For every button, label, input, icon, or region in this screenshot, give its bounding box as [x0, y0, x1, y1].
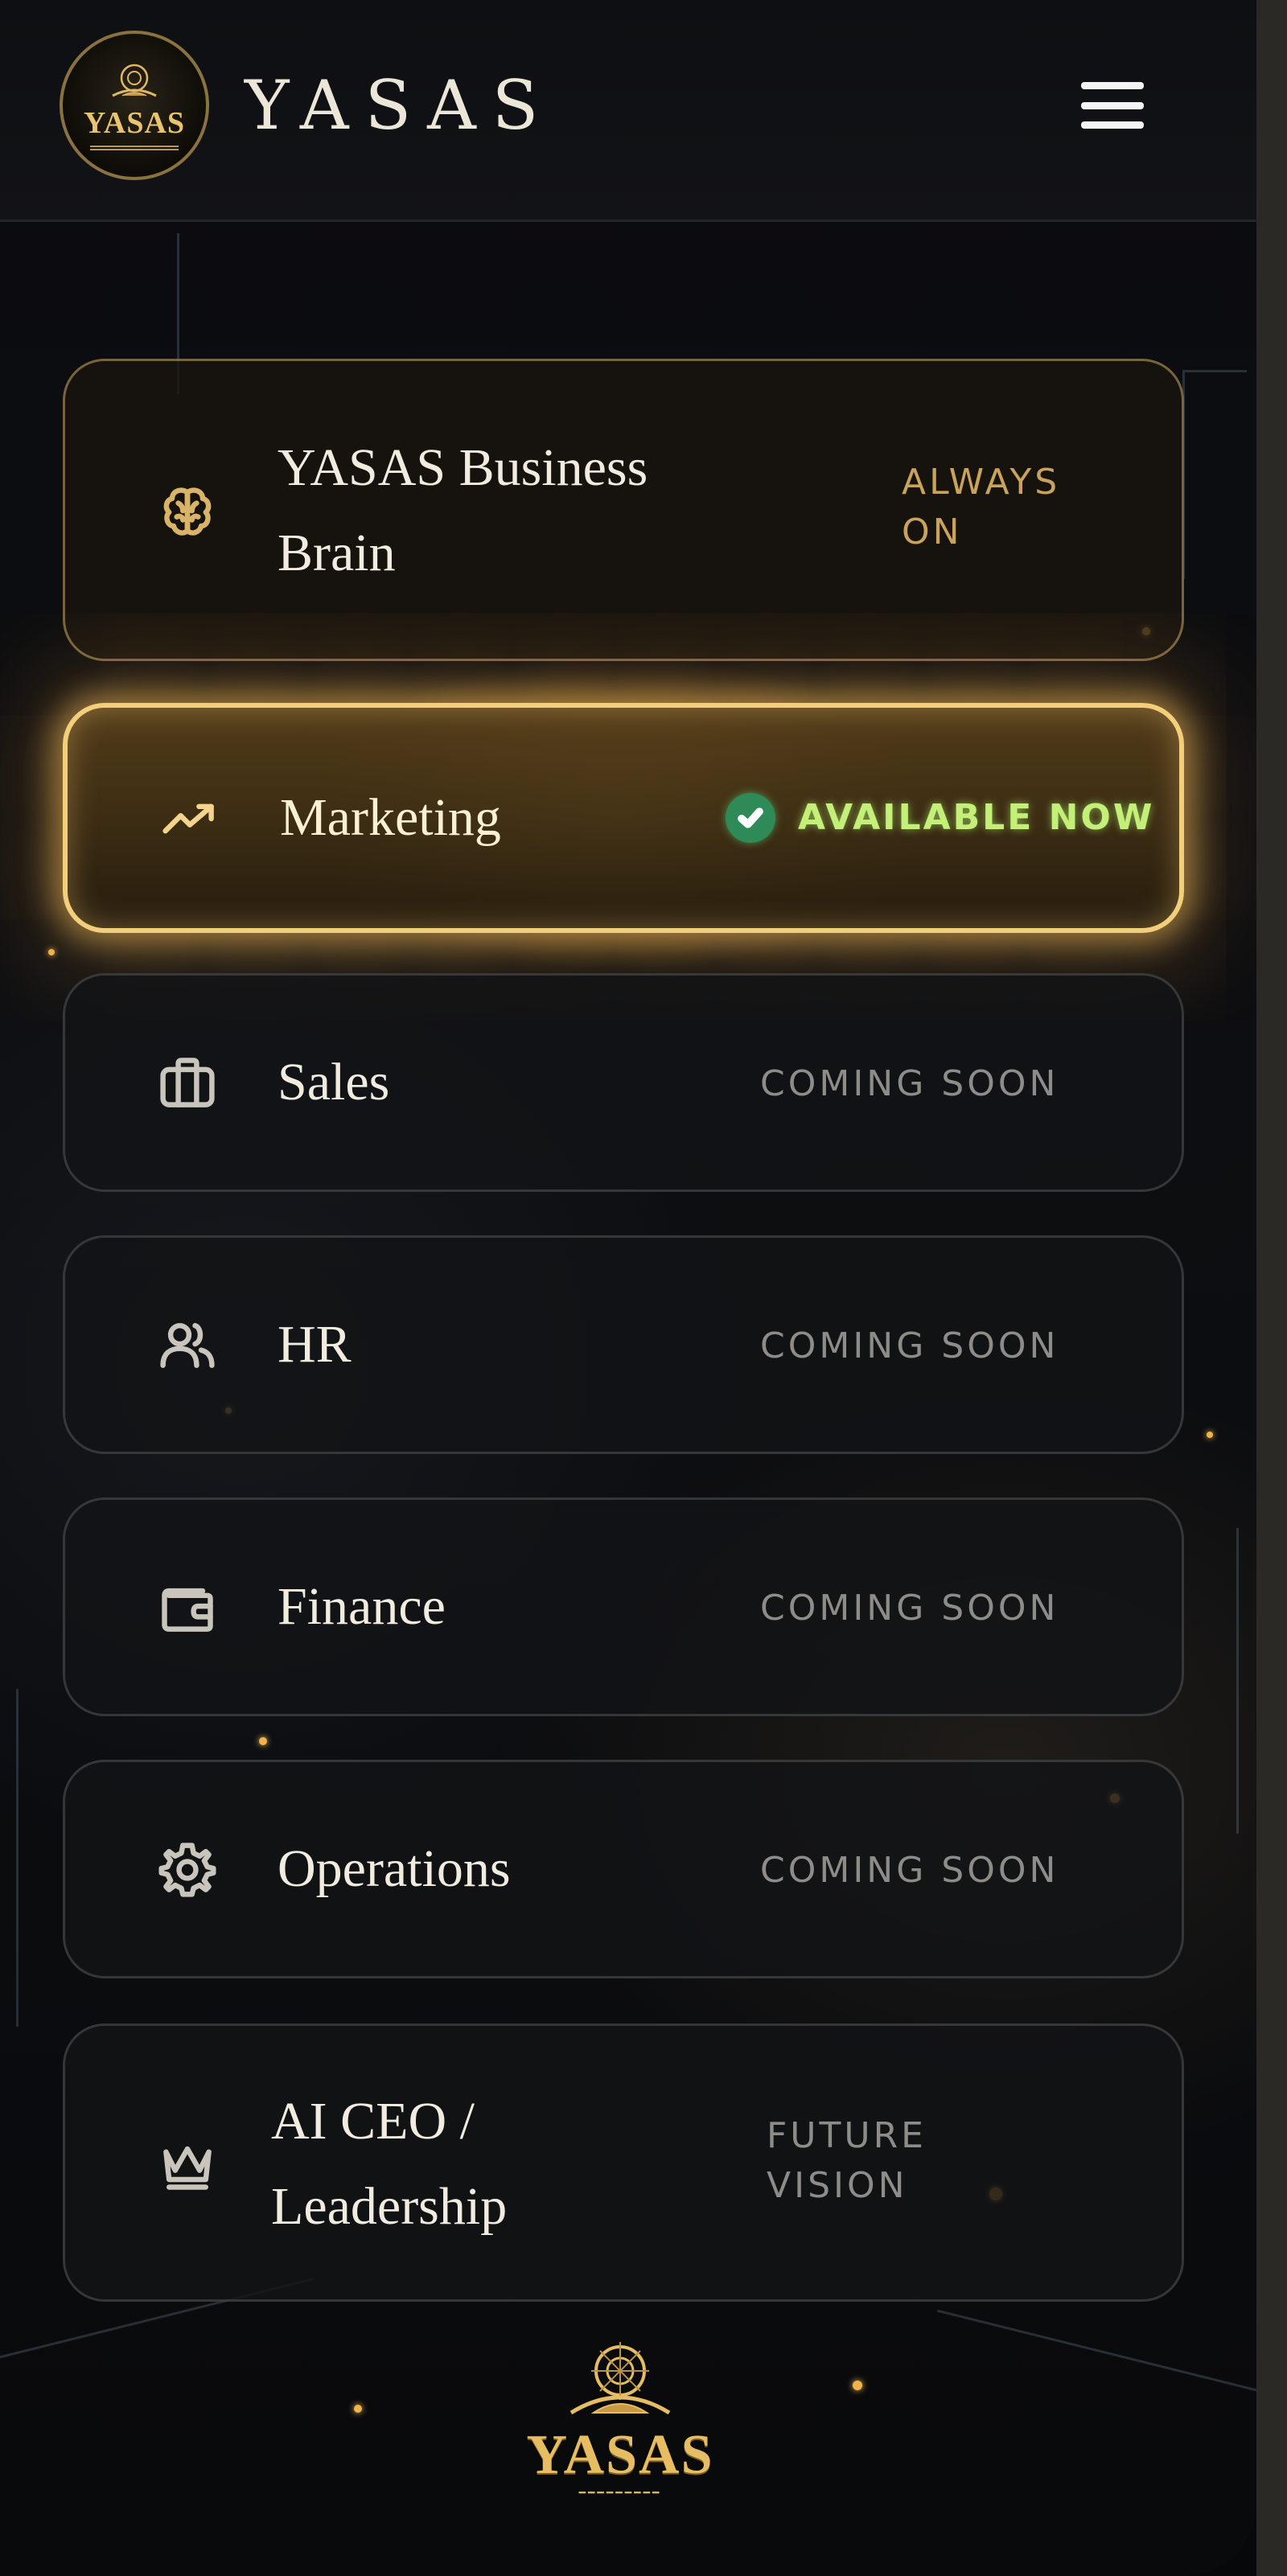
module-label-line: YASAS Business — [278, 438, 648, 497]
module-card-marketing[interactable]: Marketing AVAILABLE NOW — [63, 703, 1184, 933]
trending-up-icon — [158, 787, 222, 851]
footer-tagline-rule: ━━━━━━━━━ — [578, 2487, 662, 2500]
status-line: FUTURE — [767, 2115, 927, 2156]
lotus-emblem-icon — [112, 64, 157, 97]
module-status: COMING SOON — [760, 1325, 1059, 1366]
brain-icon — [155, 480, 220, 544]
menu-bar — [1081, 82, 1144, 89]
check-circle-icon — [726, 793, 775, 843]
module-label: HR — [278, 1315, 352, 1374]
module-card-business-brain[interactable]: YASAS Business Brain ALWAYS ON — [63, 359, 1184, 661]
menu-bar — [1081, 121, 1144, 129]
status-line: ALWAYS — [902, 462, 1061, 503]
module-status: COMING SOON — [760, 1063, 1059, 1104]
module-card-ai-ceo[interactable]: AI CEO / Leadership FUTURE VISION — [63, 2023, 1184, 2302]
gold-particle — [1207, 1432, 1213, 1438]
wallet-icon — [155, 1576, 220, 1640]
module-status: COMING SOON — [760, 1588, 1059, 1629]
module-label: Marketing — [280, 788, 501, 847]
screen-edge — [1256, 0, 1287, 2576]
module-status: COMING SOON — [760, 1850, 1059, 1891]
module-label: Operations — [278, 1839, 511, 1898]
module-card-operations[interactable]: Operations COMING SOON — [63, 1760, 1184, 1978]
module-label: AI CEO / Leadership — [271, 2079, 507, 2249]
module-label: Finance — [278, 1577, 446, 1636]
circuit-trace — [0, 2278, 352, 2516]
gold-particle — [259, 1737, 267, 1745]
gold-particle — [853, 2381, 862, 2390]
module-card-finance[interactable]: Finance COMING SOON — [63, 1498, 1184, 1716]
circuit-trace — [16, 1689, 64, 2027]
circuit-trace — [1207, 1528, 1239, 1834]
brand-title: YASAS — [245, 66, 555, 145]
gold-particle — [48, 949, 55, 955]
circuit-trace — [906, 2309, 1256, 2516]
menu-bar — [1081, 101, 1144, 109]
status-line: ON — [902, 512, 963, 553]
module-label-line: AI CEO / — [271, 2092, 475, 2151]
crown-icon — [155, 2132, 220, 2196]
gold-particle — [354, 2405, 362, 2413]
module-label: Sales — [278, 1053, 390, 1111]
module-status: ALWAYS ON — [902, 458, 1060, 557]
footer-logo: YASAS ━━━━━━━━━ — [512, 2332, 729, 2517]
module-card-hr[interactable]: HR COMING SOON — [63, 1235, 1184, 1454]
gear-icon — [155, 1838, 220, 1902]
footer-wordmark: YASAS — [526, 2424, 714, 2486]
app-header: YASAS YASAS — [0, 0, 1256, 222]
module-label-line: Brain — [278, 524, 396, 582]
logo-tagline-rule — [90, 146, 179, 150]
hamburger-menu-button[interactable] — [1078, 77, 1147, 134]
status-line: VISION — [767, 2165, 908, 2206]
module-label: YASAS Business Brain — [278, 425, 648, 596]
users-icon — [155, 1313, 220, 1378]
app-screen: YASAS YASAS YASAS Business Brain ALWAYS … — [0, 0, 1256, 2576]
module-card-sales[interactable]: Sales COMING SOON — [63, 973, 1184, 1192]
logo-wordmark: YASAS — [83, 106, 186, 140]
module-status: AVAILABLE NOW — [798, 797, 1155, 838]
lotus-emblem-icon — [569, 2342, 671, 2415]
module-label-line: Leadership — [271, 2177, 508, 2236]
circuit-trace — [1182, 370, 1247, 579]
yasas-logo[interactable]: YASAS — [60, 31, 209, 180]
module-status: FUTURE VISION — [767, 2111, 927, 2211]
briefcase-icon — [155, 1051, 220, 1115]
